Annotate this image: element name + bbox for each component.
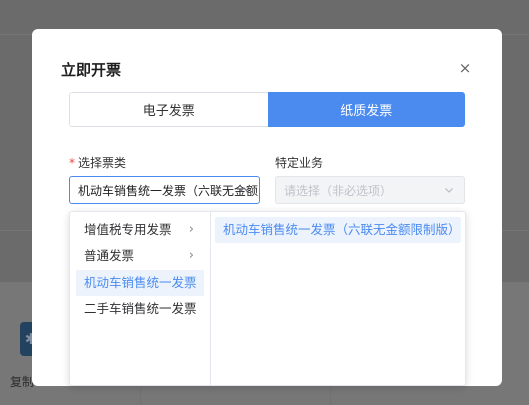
chevron-down-icon <box>443 184 455 196</box>
cascader-option-label: 机动车销售统一发票（六联无金额限制版） <box>223 222 461 237</box>
close-icon[interactable]: × <box>457 60 473 76</box>
cascader-option-label: 机动车销售统一发票 <box>84 275 197 290</box>
invoice-medium-tabs: 电子发票 纸质发票 <box>69 92 465 127</box>
cascader-level2-panel: 机动车销售统一发票（六联无金额限制版） <box>211 212 465 385</box>
invoice-type-value: 机动车销售统一发票（六联无金额限制版） <box>78 183 259 198</box>
cascader-option-motor-vehicle-six-copy[interactable]: 机动车销售统一发票（六联无金额限制版） <box>215 217 461 243</box>
cascader-option-label: 普通发票 <box>84 248 135 263</box>
cascader-option-ordinary[interactable]: 普通发票 › <box>76 243 204 269</box>
chevron-right-icon: › <box>188 222 194 237</box>
invoice-type-label: * 选择票类 <box>69 154 126 171</box>
special-business-placeholder: 请选择（非必选项） <box>284 183 393 198</box>
tab-electronic-invoice[interactable]: 电子发票 <box>69 92 268 127</box>
cascader-option-used-car[interactable]: 二手车销售统一发票 <box>76 296 204 322</box>
tab-paper-invoice[interactable]: 纸质发票 <box>267 92 465 127</box>
cascader-level1-panel: 增值税专用发票 › 普通发票 › 机动车销售统一发票 二手车销售统一发票 <box>70 212 211 385</box>
background-copy-label: 复制 <box>10 375 35 389</box>
required-mark: * <box>69 156 75 170</box>
cascader-option-label: 增值税专用发票 <box>84 222 172 237</box>
dialog-title: 立即开票 <box>61 61 122 79</box>
invoice-type-select[interactable]: 机动车销售统一发票（六联无金额限制版） <box>69 176 260 204</box>
cascader-option-vat-special[interactable]: 增值税专用发票 › <box>76 217 204 243</box>
cascader-option-label: 二手车销售统一发票 <box>84 301 197 316</box>
chevron-right-icon: › <box>188 248 194 263</box>
cascader-option-motor-vehicle[interactable]: 机动车销售统一发票 <box>76 270 204 296</box>
chevron-up-icon <box>238 184 250 196</box>
invoice-type-cascader: 增值税专用发票 › 普通发票 › 机动车销售统一发票 二手车销售统一发票 机动车… <box>69 211 466 386</box>
special-business-select: 请选择（非必选项） <box>275 176 465 204</box>
special-business-label: 特定业务 <box>275 156 324 170</box>
invoice-type-label-text: 选择票类 <box>78 156 127 170</box>
